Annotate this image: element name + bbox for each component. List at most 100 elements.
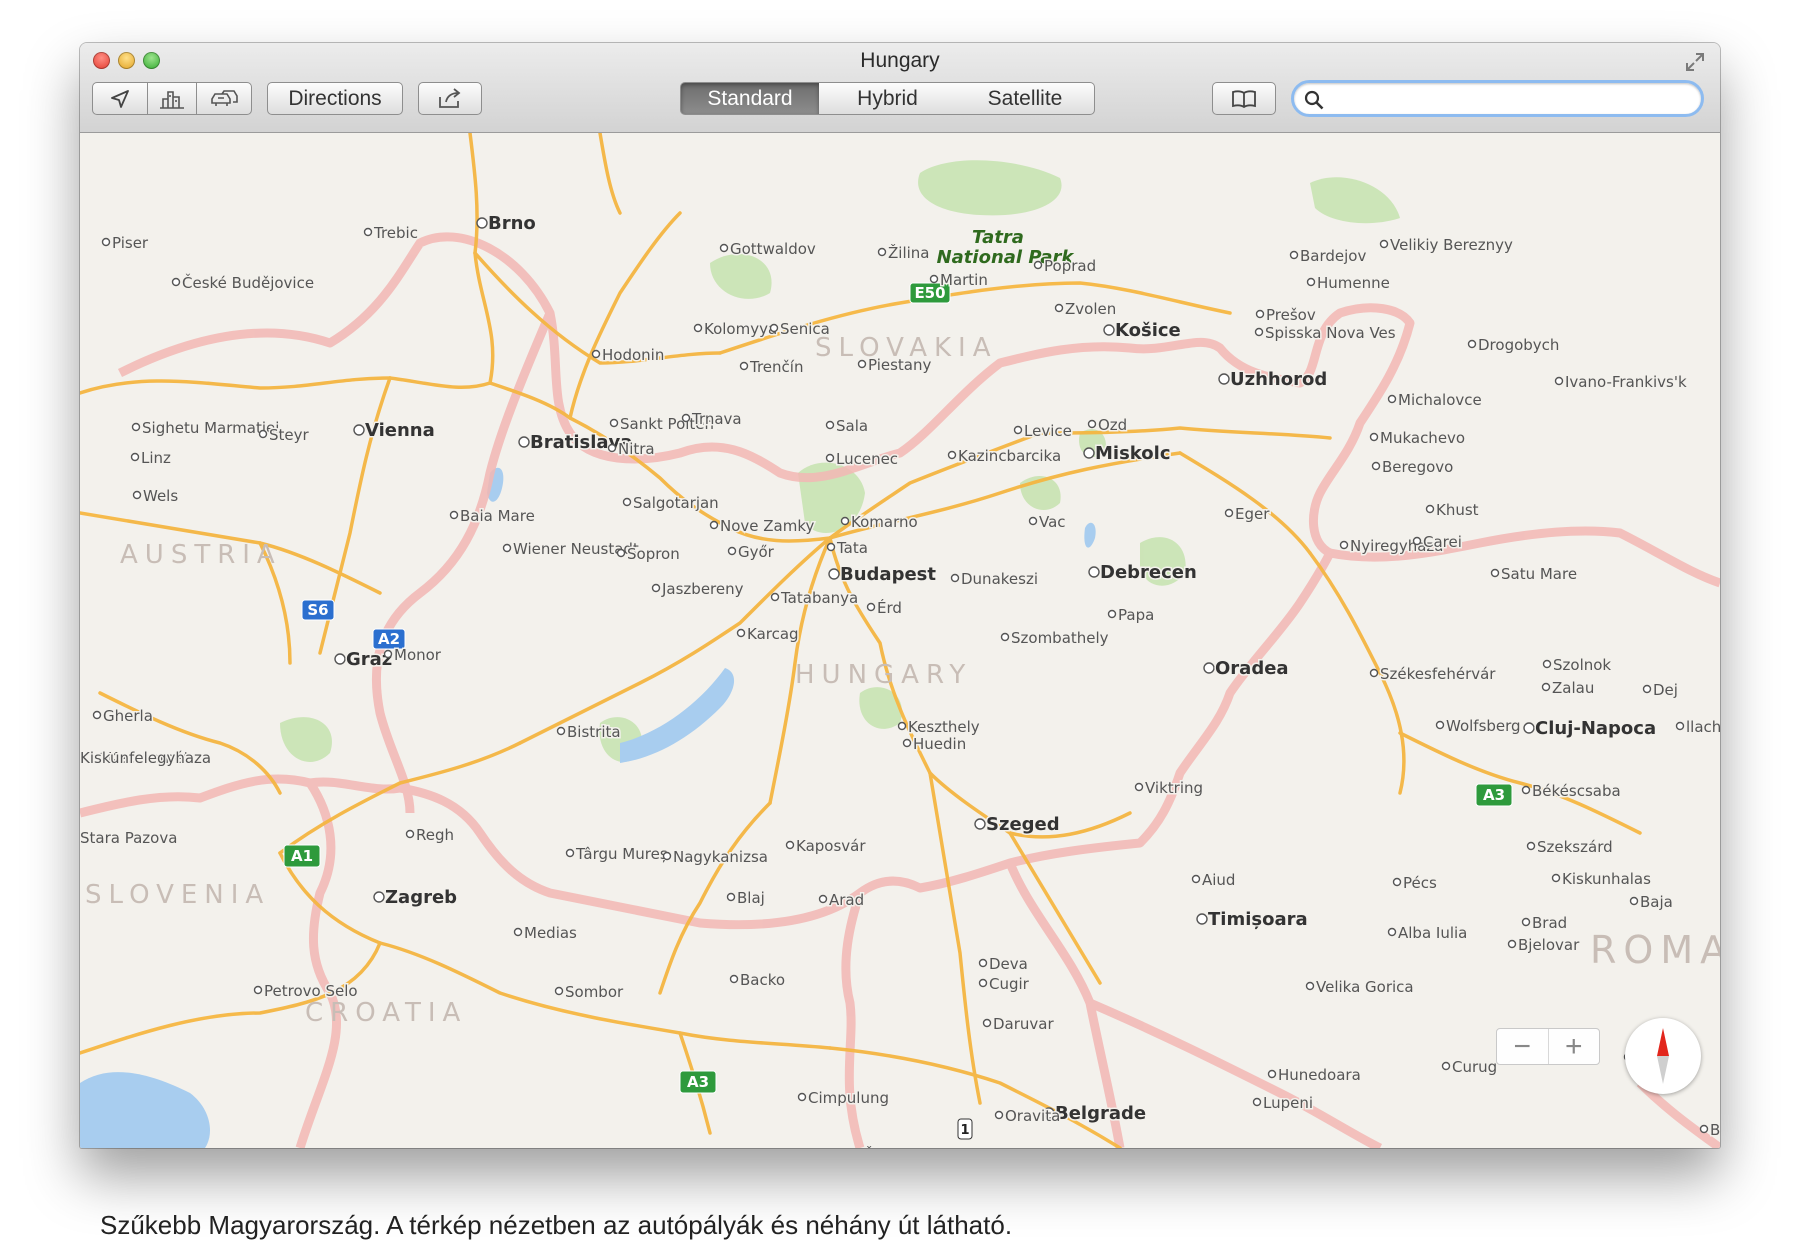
compass-icon[interactable] [1625,1018,1701,1094]
city-dot [383,649,393,659]
city-dot [739,361,749,371]
city-dot [1252,1097,1262,1107]
svg-text:A3: A3 [687,1073,709,1091]
city-dot [982,1018,992,1028]
city-dot [947,450,957,460]
city-dot [1541,682,1551,692]
city-dot [130,452,140,462]
city-label: Belgrade [1055,1103,1146,1124]
tab-hybrid[interactable]: Hybrid [819,82,957,115]
city-dot [1369,668,1379,678]
city-dot [693,323,703,333]
svg-text:A1: A1 [291,847,313,865]
directions-button[interactable]: Directions [267,82,403,115]
city-label: Ivano-Frankivs'k [1565,373,1687,391]
city-label: Košice [1115,320,1181,341]
city-dot [769,323,779,333]
search-field[interactable] [1291,80,1704,117]
city-dot [1306,277,1316,287]
city-label: Piser [112,234,149,252]
bookmarks-button[interactable] [1212,82,1276,115]
city-label: Zalau [1552,679,1594,697]
city-dot [929,274,939,284]
shield-1: 1 [957,1118,973,1140]
city-label: Szolnok [1553,656,1611,674]
country-label-croatia: CROATIA [305,998,467,1028]
zoom-in-button[interactable]: + [1549,1029,1600,1064]
city-dot [1467,339,1477,349]
city-dot [1254,327,1264,337]
city-label: Regh [416,826,454,844]
current-location-button[interactable] [92,82,148,115]
zoom-control[interactable]: − + [1496,1028,1600,1065]
city-label: Monor [394,646,442,664]
cars-icon [211,89,238,106]
city-dot [726,892,736,902]
city-dot [1224,508,1234,518]
city-dot [1425,504,1435,514]
3d-view-button[interactable] [147,82,197,115]
fullscreen-icon[interactable] [1684,51,1706,73]
buildings-icon [160,90,184,109]
map-canvas[interactable]: SLOVAKIA AUSTRIA HUNGARY SLOVENIA CROATI… [80,133,1720,1148]
city-label: Bijeljina [1710,1121,1720,1139]
city-dot [1435,720,1445,730]
location-arrow-icon [111,89,129,108]
city-dot [770,592,780,602]
city-dot [826,542,836,552]
svg-text:S6: S6 [307,601,328,619]
city-dot [449,510,459,520]
city-label: Humenne [1317,274,1390,292]
city-label: Szeged [986,814,1060,835]
city-label: Ozd [1098,416,1127,434]
city-dot [974,818,986,830]
city-dot [994,1110,1004,1120]
tab-satellite[interactable]: Satellite [956,82,1095,115]
city-label: Carei [1423,533,1462,551]
city-label: Jaszbereny [661,580,744,598]
tab-standard[interactable]: Standard [680,82,820,115]
city-dot [1387,927,1397,937]
zoom-out-button[interactable]: − [1497,1029,1549,1064]
share-button[interactable] [418,82,482,115]
shield-a1: A1 [283,844,321,868]
city-dot [828,568,840,580]
city-label: Szekszárd [1537,838,1613,856]
city-dot [1379,239,1389,249]
city-label: Velikiy Bereznyy [1390,236,1513,254]
city-dot [565,848,575,858]
city-dot [897,721,907,731]
city-dot [334,653,346,665]
city-dot [709,520,719,530]
city-dot [825,420,835,430]
city-label: Michalovce [1398,391,1482,409]
city-label: Trnava [691,410,742,428]
city-dot [253,985,263,995]
city-dot [736,628,746,638]
city-label: Stara Pazova [80,829,177,847]
city-dot [1699,1124,1709,1134]
city-label: Tata [836,539,868,557]
caption: Szűkebb Magyarország. A térkép nézetben … [100,1210,1013,1240]
shield-a3-romania: A3 [1475,783,1513,807]
city-dot [1028,516,1038,526]
search-input[interactable] [1328,87,1692,111]
city-dot [622,497,632,507]
city-label: Pécs [1403,874,1437,892]
city-label: Spisska Nova Ves [1265,324,1396,342]
city-label: Trebic [373,224,418,242]
book-icon [1232,89,1256,108]
city-label: Komarno [851,513,918,531]
city-dot [373,891,385,903]
country-label-romania: ROMA [1590,928,1720,972]
city-dot [502,543,512,553]
city-label: Huedin [913,735,966,753]
city-label: Medias [524,924,577,942]
traffic-button[interactable] [196,82,252,115]
city-dot [1521,917,1531,927]
city-label: Vac [1039,513,1066,531]
city-dot [727,546,737,556]
city-dot [1441,1061,1451,1071]
city-label: Bjelovar [1518,936,1580,954]
city-label: Cimpulung [808,1089,889,1107]
